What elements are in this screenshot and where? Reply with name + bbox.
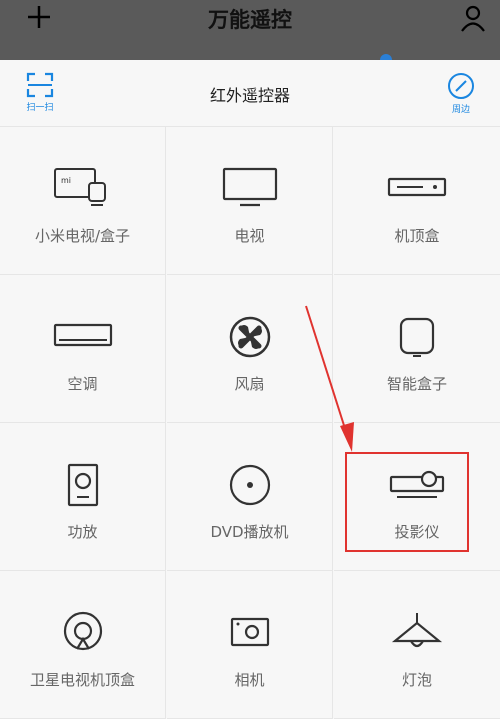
device-label: 功放: [67, 523, 98, 541]
fan-icon: [229, 316, 270, 358]
red-arrow-annotation: [305, 305, 354, 452]
device-camera[interactable]: 相机: [167, 571, 333, 719]
remote-panel: 扫一扫 红外遥控器 周边 mi 小米电视/盒子 电视 机顶盒 空调 风扇 智能盒…: [0, 60, 500, 719]
nearby-button[interactable]: 周边: [444, 72, 478, 118]
device-lamp[interactable]: 灯泡: [334, 571, 500, 719]
device-label: 空调: [67, 375, 98, 393]
mi-tv-box-icon: mi: [53, 168, 106, 206]
device-label: 灯泡: [401, 671, 432, 689]
lamp-icon: [391, 613, 443, 648]
user-icon[interactable]: [460, 4, 486, 32]
set-top-box-icon: [387, 177, 447, 197]
camera-icon: [230, 617, 269, 647]
air-conditioner-icon: [53, 323, 112, 347]
device-satellite[interactable]: 卫星电视机顶盒: [0, 571, 166, 719]
device-ac[interactable]: 空调: [0, 275, 166, 423]
app-title: 万能遥控: [208, 8, 292, 32]
speaker-icon: [67, 463, 98, 507]
device-label: 小米电视/盒子: [34, 227, 131, 245]
dvd-icon: [229, 464, 270, 506]
device-label: 机顶盒: [394, 227, 440, 245]
device-label: DVD播放机: [210, 523, 289, 541]
device-amplifier[interactable]: 功放: [0, 423, 166, 571]
tv-icon: [222, 167, 277, 207]
nearby-icon: [448, 73, 474, 99]
nearby-label: 周边: [451, 105, 470, 115]
device-tv[interactable]: 电视: [167, 127, 333, 275]
top-bar: 万能遥控: [0, 0, 500, 60]
satellite-icon: [63, 611, 102, 651]
device-label: 相机: [234, 671, 265, 689]
panel-title: 红外遥控器: [209, 86, 290, 105]
device-label: 卫星电视机顶盒: [29, 671, 135, 689]
device-label: 电视: [234, 227, 265, 245]
smart-box-icon: [399, 317, 435, 357]
svg-text:mi: mi: [61, 176, 71, 185]
device-stb[interactable]: 机顶盒: [334, 127, 500, 275]
panel-header: 扫一扫 红外遥控器 周边: [0, 60, 500, 127]
device-mi-tv[interactable]: mi 小米电视/盒子: [0, 127, 166, 275]
highlight-box: [345, 452, 469, 552]
